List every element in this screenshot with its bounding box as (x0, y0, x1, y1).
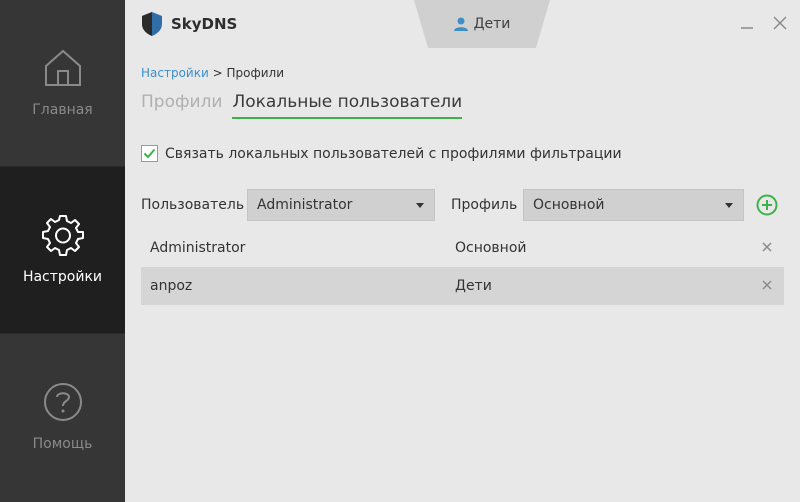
profile-select[interactable]: Основной (523, 189, 744, 221)
tab-local-users[interactable]: Локальные пользователи (232, 92, 463, 119)
breadcrumb: Настройки > Профили (141, 66, 284, 80)
breadcrumb-separator: > (212, 66, 223, 80)
sidebar: Главная Настройки Помощь (0, 0, 125, 502)
app-name: SkyDNS (171, 15, 238, 33)
link-users-label: Связать локальных пользователей с профил… (165, 145, 622, 162)
active-profile-name: Дети (473, 16, 511, 32)
sidebar-item-home[interactable]: Главная (0, 0, 125, 166)
user-select[interactable]: Administrator (247, 189, 435, 221)
user-label: Пользователь (141, 197, 245, 213)
table-row: Administrator Основной (141, 229, 784, 267)
breadcrumb-link-settings[interactable]: Настройки (141, 66, 209, 80)
user-icon (453, 17, 468, 31)
row-profile: Основной (455, 240, 527, 256)
profile-label: Профиль (451, 197, 518, 213)
sidebar-item-label: Настройки (22, 269, 103, 285)
sidebar-item-help[interactable]: Помощь (0, 334, 125, 500)
row-user: anpoz (150, 278, 193, 294)
checkmark-icon (143, 148, 156, 159)
active-profile-tab[interactable]: Дети (414, 0, 550, 48)
tab-bar: Профили Локальные пользователи (141, 92, 463, 119)
minimize-icon[interactable] (738, 14, 756, 32)
delete-icon[interactable] (761, 241, 773, 253)
sidebar-item-settings[interactable]: Настройки (0, 167, 125, 333)
app-logo: SkyDNS (141, 11, 237, 37)
sidebar-item-label: Помощь (32, 436, 93, 452)
link-users-option: Связать локальных пользователей с профил… (141, 145, 622, 162)
shield-icon (142, 12, 162, 36)
add-icon[interactable] (756, 194, 778, 216)
table-row: anpoz Дети (141, 267, 784, 305)
tab-profiles[interactable]: Профили (141, 92, 222, 119)
close-icon[interactable] (771, 14, 789, 32)
dropdown-arrow-icon (416, 203, 424, 208)
link-users-checkbox[interactable] (141, 145, 158, 162)
breadcrumb-current: Профили (226, 66, 285, 80)
home-icon (44, 49, 81, 86)
row-user: Administrator (150, 240, 246, 256)
profile-select-value: Основной (533, 197, 605, 213)
dropdown-arrow-icon (725, 203, 733, 208)
user-select-value: Administrator (257, 197, 353, 213)
help-icon (43, 383, 82, 421)
delete-icon[interactable] (761, 279, 773, 291)
row-profile: Дети (455, 278, 492, 294)
gear-icon (41, 215, 84, 256)
sidebar-item-label: Главная (32, 102, 93, 118)
